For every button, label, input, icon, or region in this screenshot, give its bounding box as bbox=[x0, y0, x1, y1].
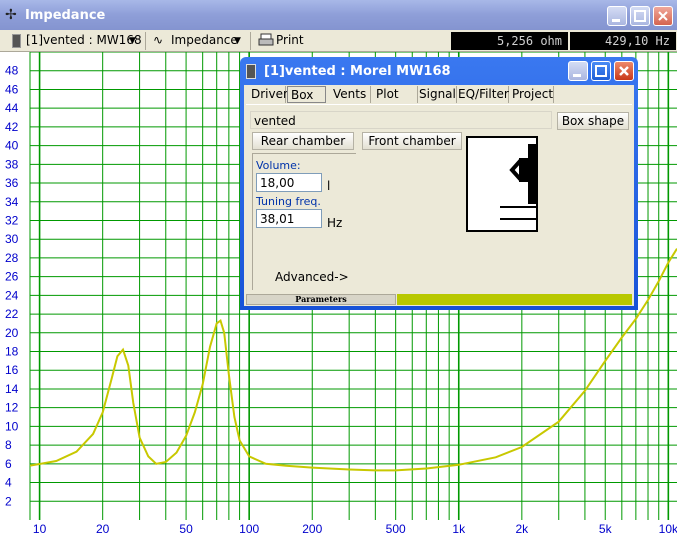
dialog-maximize-button[interactable] bbox=[591, 61, 611, 81]
dialog-minimize-button[interactable] bbox=[568, 61, 588, 81]
x-tick-label: 500 bbox=[386, 522, 406, 536]
x-tick-label: 50 bbox=[179, 522, 193, 536]
y-tick-label: 2 bbox=[5, 494, 12, 508]
maximize-icon bbox=[634, 10, 646, 22]
y-tick-label: 20 bbox=[5, 326, 19, 340]
tab-signal[interactable]: Signal bbox=[416, 86, 457, 103]
tab-driver[interactable]: Driver bbox=[248, 86, 288, 103]
tab-eq-filter[interactable]: EQ/Filter bbox=[455, 86, 509, 103]
maximize-button[interactable] bbox=[630, 6, 650, 26]
x-tick-label: 20 bbox=[96, 522, 110, 536]
y-tick-label: 40 bbox=[5, 139, 19, 153]
dialog-close-button[interactable] bbox=[614, 61, 634, 81]
tab-plot[interactable]: Plot bbox=[373, 86, 418, 103]
tuning-freq-unit: Hz bbox=[327, 216, 343, 230]
y-tick-label: 22 bbox=[5, 307, 19, 321]
y-tick-label: 38 bbox=[5, 157, 19, 171]
speaker-icon bbox=[12, 34, 21, 48]
minimize-icon bbox=[612, 19, 620, 22]
view-select[interactable]: Impedance bbox=[171, 33, 238, 47]
rear-chamber-button[interactable]: Rear chamber bbox=[252, 132, 354, 150]
y-tick-label: 16 bbox=[5, 363, 19, 377]
box-name-field[interactable]: vented bbox=[250, 111, 552, 129]
close-button[interactable] bbox=[653, 6, 673, 26]
tab-vents[interactable]: Vents bbox=[330, 86, 371, 103]
close-icon bbox=[619, 66, 629, 76]
y-tick-label: 18 bbox=[5, 345, 19, 359]
tab-box[interactable]: Box bbox=[287, 86, 326, 103]
y-tick-label: 46 bbox=[5, 82, 19, 96]
box-diagram bbox=[466, 136, 538, 232]
minimize-icon bbox=[573, 74, 581, 77]
box-shape-button[interactable]: Box shape bbox=[557, 112, 629, 130]
y-tick-label: 44 bbox=[5, 101, 19, 115]
y-tick-label: 30 bbox=[5, 232, 19, 246]
y-tick-label: 10 bbox=[5, 419, 19, 433]
x-tick-label: 10 bbox=[33, 522, 47, 536]
impedance-readout: 5,256 ohm bbox=[451, 32, 568, 50]
y-tick-label: 42 bbox=[5, 120, 19, 134]
y-tick-label: 12 bbox=[5, 401, 19, 415]
close-icon bbox=[658, 11, 668, 21]
driver-select[interactable]: [1]vented : MW168 bbox=[26, 33, 142, 47]
y-tick-label: 36 bbox=[5, 176, 19, 190]
volume-field[interactable]: 18,00 bbox=[256, 173, 322, 192]
y-tick-label: 24 bbox=[5, 288, 19, 302]
printer-icon bbox=[258, 33, 274, 50]
status-panel: Parameters bbox=[246, 294, 396, 305]
y-tick-label: 6 bbox=[5, 457, 12, 471]
minimize-button[interactable] bbox=[607, 6, 627, 26]
y-tick-label: 28 bbox=[5, 251, 19, 265]
volume-label: Volume: bbox=[256, 159, 301, 172]
front-chamber-button[interactable]: Front chamber bbox=[362, 132, 462, 150]
x-tick-label: 100 bbox=[239, 522, 259, 536]
tab-project[interactable]: Project bbox=[509, 86, 554, 103]
y-tick-label: 14 bbox=[5, 382, 19, 396]
waveform-icon: ∿ bbox=[153, 33, 164, 47]
status-bar bbox=[397, 294, 632, 305]
advanced-link[interactable]: Advanced-> bbox=[275, 270, 349, 284]
dialog-title: [1]vented : Morel MW168 bbox=[264, 64, 451, 79]
y-tick-label: 4 bbox=[5, 476, 12, 490]
x-tick-label: 5k bbox=[599, 522, 613, 536]
tuning-freq-label: Tuning freq. bbox=[256, 195, 321, 208]
y-tick-label: 26 bbox=[5, 270, 19, 284]
speaker-icon bbox=[246, 64, 256, 79]
maximize-icon bbox=[595, 65, 607, 77]
chevron-down-icon[interactable]: ▼ bbox=[234, 36, 241, 46]
crosshair-icon: ✢ bbox=[5, 7, 17, 23]
x-tick-label: 1k bbox=[452, 522, 466, 536]
window-title: Impedance bbox=[25, 8, 106, 23]
volume-unit: l bbox=[327, 179, 331, 193]
x-tick-label: 2k bbox=[515, 522, 529, 536]
x-tick-label: 200 bbox=[302, 522, 322, 536]
x-tick-label: 10k bbox=[659, 522, 677, 536]
toolbar-separator bbox=[145, 32, 146, 50]
frequency-readout: 429,10 Hz bbox=[570, 32, 676, 50]
box-dialog: [1]vented : Morel MW168 Driver Box Vents… bbox=[240, 57, 638, 310]
tuning-freq-field[interactable]: 38,01 bbox=[256, 209, 322, 228]
y-tick-label: 48 bbox=[5, 64, 19, 78]
print-button[interactable]: Print bbox=[276, 33, 304, 47]
toolbar-separator bbox=[250, 32, 251, 50]
main-title-bar: ✢ Impedance bbox=[0, 0, 677, 30]
toolbar: [1]vented : MW168 ▼ ∿ Impedance ▼ Print … bbox=[0, 30, 677, 52]
dialog-body: Driver Box Vents Plot Signal EQ/Filter P… bbox=[244, 85, 634, 306]
y-tick-label: 32 bbox=[5, 213, 19, 227]
y-tick-label: 34 bbox=[5, 195, 19, 209]
chevron-down-icon[interactable]: ▼ bbox=[129, 36, 136, 46]
tab-divider bbox=[246, 104, 632, 105]
y-tick-label: 8 bbox=[5, 438, 12, 452]
